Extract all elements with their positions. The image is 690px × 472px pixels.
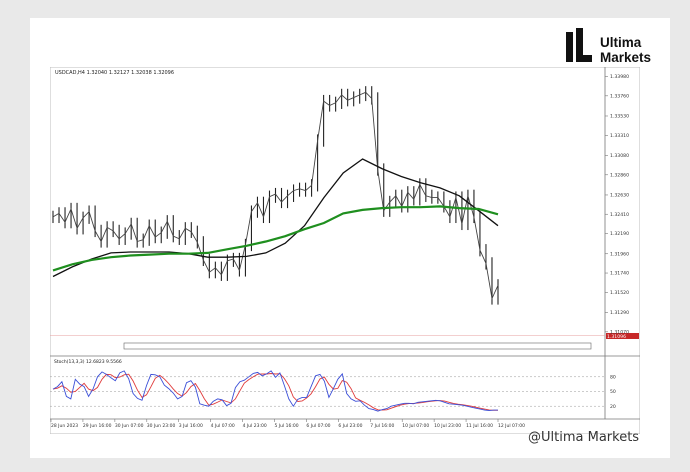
watermark-text: @Ultima Markets <box>528 430 640 445</box>
time-tick-label: 12 Jul 07:00 <box>498 423 525 429</box>
price-tick-label: 1.31520 <box>610 290 629 296</box>
symbol-header: USDCAD,H4 1.32040 1.32127 1.32038 1.3209… <box>55 70 174 76</box>
stoch-header: Stoch(13,3,3) 12.6823 9.5566 <box>54 359 122 365</box>
time-tick-label: 11 Jul 16:00 <box>466 423 493 429</box>
time-tick-label: 7 Jul 16:00 <box>370 423 394 429</box>
time-tick-label: 3 Jul 16:00 <box>179 423 203 429</box>
time-tick-label: 6 Jul 23:00 <box>338 423 362 429</box>
price-tick-label: 1.31290 <box>610 310 629 316</box>
price-tick-label: 1.33080 <box>610 153 629 159</box>
time-tick-label: 10 Jul 23:00 <box>434 423 461 429</box>
stoch-level-label: 50 <box>610 389 616 395</box>
price-tick-label: 1.32860 <box>610 172 629 178</box>
price-tick-label: 1.31070 <box>610 329 629 335</box>
stoch-level-label: 80 <box>610 374 616 380</box>
price-tick-label: 1.33530 <box>610 114 629 120</box>
brand-name: Ultima Markets <box>600 35 651 65</box>
price-tick-label: 1.33980 <box>610 74 629 80</box>
price-tick-label: 1.32190 <box>610 231 629 237</box>
brand-mark-icon <box>566 28 592 64</box>
stoch-level-label: 20 <box>610 404 616 410</box>
time-tick-label: 5 Jul 16:00 <box>275 423 299 429</box>
chart-frame <box>49 66 641 435</box>
brand-logo: Ultima Markets <box>566 28 676 68</box>
price-tick-label: 1.32410 <box>610 212 629 218</box>
price-chart-svg: USDCAD,H4 1.32040 1.32127 1.32038 1.3209… <box>49 66 641 435</box>
price-chart: USDCAD,H4 1.32040 1.32127 1.32038 1.3209… <box>49 66 641 435</box>
price-tick-label: 1.31740 <box>610 271 629 277</box>
brand-line-1: Ultima <box>600 35 642 50</box>
time-tick-label: 10 Jul 07:00 <box>402 423 429 429</box>
time-tick-label: 30 Jun 23:00 <box>147 423 176 429</box>
price-tick-label: 1.31960 <box>610 251 629 257</box>
time-tick-label: 6 Jul 07:00 <box>306 423 330 429</box>
price-tick-label: 1.33760 <box>610 93 629 99</box>
price-tick-label: 1.33310 <box>610 133 629 139</box>
price-tick-label: 1.32630 <box>610 193 629 199</box>
brand-line-2: Markets <box>600 50 652 65</box>
time-tick-label: 30 Jun 07:00 <box>115 423 144 429</box>
time-tick-label: 29 Jun 16:00 <box>83 423 112 429</box>
time-tick-label: 4 Jul 07:00 <box>211 423 235 429</box>
support-zone <box>123 342 592 350</box>
time-tick-label: 28 Jun 2023 <box>51 423 78 429</box>
time-tick-label: 4 Jul 23:00 <box>243 423 267 429</box>
